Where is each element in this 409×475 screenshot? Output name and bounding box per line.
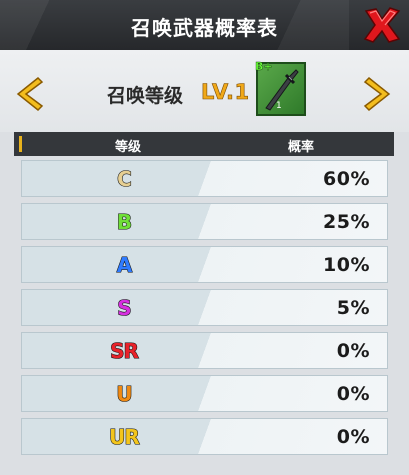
- table-row: B 25%: [21, 203, 388, 240]
- rate-value: 60%: [323, 168, 370, 190]
- rate-value: 0%: [336, 426, 370, 448]
- summon-level-value: LV.1: [201, 80, 250, 105]
- grade-label: UR: [109, 424, 141, 449]
- column-header-rate: 概率: [288, 140, 315, 155]
- table-header: 等级 概率: [14, 132, 394, 156]
- grade-label: C: [117, 166, 133, 191]
- table-row: S 5%: [21, 289, 388, 326]
- weapon-level-text: 1: [276, 101, 282, 111]
- close-icon: [363, 7, 401, 43]
- header-bar: 召唤武器概率表: [0, 0, 409, 50]
- table-row: A 10%: [21, 246, 388, 283]
- rate-value: 25%: [323, 211, 370, 233]
- weapon-grade-badge: B+: [255, 60, 273, 73]
- grade-label: A: [116, 252, 133, 277]
- chevron-left-icon[interactable]: [12, 76, 44, 112]
- header-accent: [19, 136, 22, 152]
- chevron-right-icon[interactable]: [363, 76, 395, 112]
- rate-value: 0%: [336, 340, 370, 362]
- table-row: UR 0%: [21, 418, 388, 455]
- grade-label: SR: [110, 338, 140, 363]
- rate-value: 0%: [336, 383, 370, 405]
- column-header-level: 等级: [115, 140, 142, 155]
- grade-label: U: [116, 381, 133, 406]
- summon-level-label: 召唤等级: [107, 85, 184, 107]
- table-row: C 60%: [21, 160, 388, 197]
- grade-label: B: [116, 209, 132, 234]
- table-row: SR 0%: [21, 332, 388, 369]
- page-title: 召唤武器概率表: [131, 16, 278, 40]
- table-row: U 0%: [21, 375, 388, 412]
- close-button[interactable]: [361, 4, 403, 46]
- probability-table: C 60% B 25% A 10% S 5% SR 0% U 0% UR 0%: [21, 160, 388, 461]
- grade-label: S: [117, 295, 133, 320]
- level-selector: 召唤等级 LV.1 B+ 1: [0, 50, 409, 132]
- rate-value: 5%: [336, 297, 370, 319]
- rate-value: 10%: [323, 254, 370, 276]
